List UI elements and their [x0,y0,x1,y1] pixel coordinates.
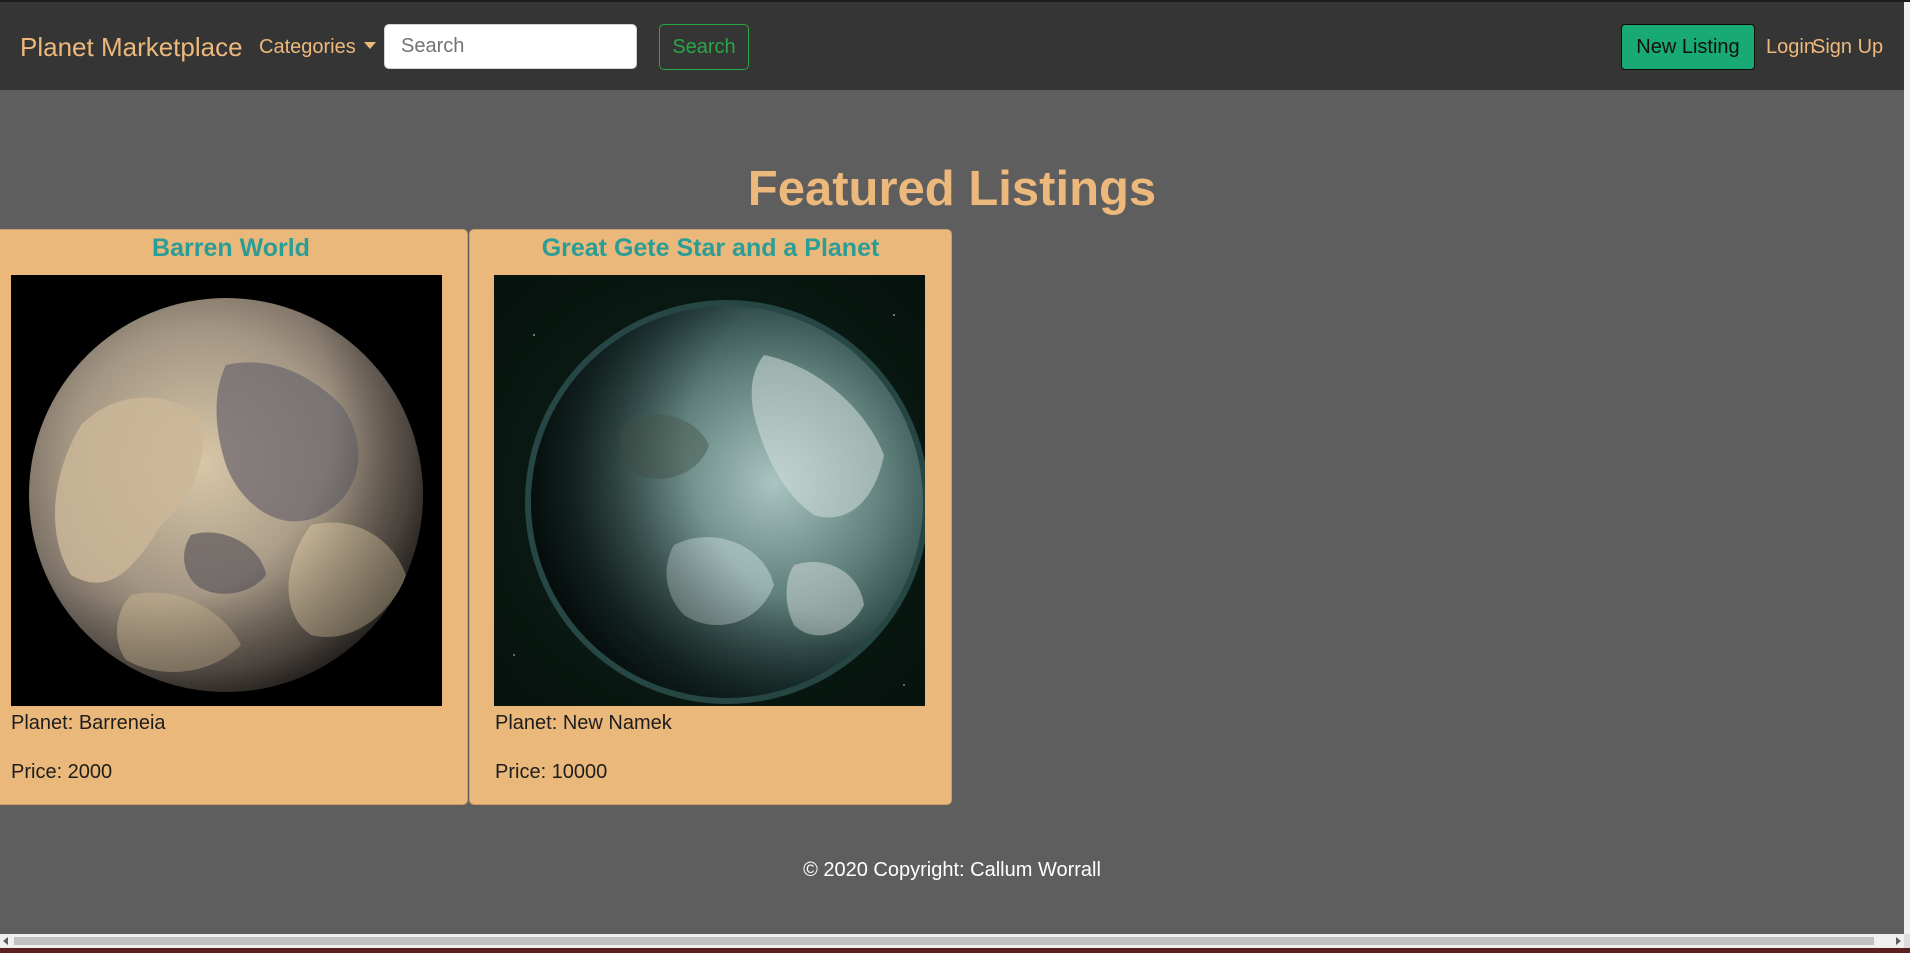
scrollbar-corner [1904,934,1910,948]
listing-card: Barren World Planet: Barreneia Price: 20… [0,229,468,805]
listing-card: Great Gete Star and a Planet Planet: New… [469,229,952,805]
navbar: Planet Marketplace Categories Search New… [0,2,1904,90]
new-listing-button[interactable]: New Listing [1621,24,1755,70]
listing-price-text: Price: 10000 [495,761,608,783]
new-namek-planet-image[interactable] [494,275,925,706]
categories-label: Categories [259,36,356,58]
listing-price-text: Price: 2000 [11,761,113,783]
footer-copyright: © 2020 Copyright: Callum Worrall [803,859,1101,881]
taskbar-edge [0,948,1910,953]
listing-title-link[interactable]: Great Gete Star and a Planet [470,234,951,263]
listing-planet-text: Planet: Barreneia [11,712,166,734]
brand-link[interactable]: Planet Marketplace [20,32,243,63]
scrollbar-thumb[interactable] [14,937,1874,945]
login-link[interactable]: Login [1766,36,1815,59]
featured-listings-heading: Featured Listings [747,162,1157,216]
search-input[interactable] [384,24,637,69]
listing-title-link[interactable]: Barren World [0,234,467,263]
listing-planet-text: Planet: New Namek [495,712,672,734]
search-button[interactable]: Search [659,24,749,70]
signup-link[interactable]: Sign Up [1812,36,1883,59]
scroll-left-arrow-icon[interactable] [3,937,8,945]
scroll-right-arrow-icon[interactable] [1896,937,1901,945]
barren-planet-image[interactable] [11,275,442,706]
horizontal-scrollbar[interactable] [0,934,1904,948]
vertical-scrollbar[interactable] [1904,2,1910,934]
categories-dropdown[interactable]: Categories [259,36,376,59]
caret-down-icon [363,42,376,49]
